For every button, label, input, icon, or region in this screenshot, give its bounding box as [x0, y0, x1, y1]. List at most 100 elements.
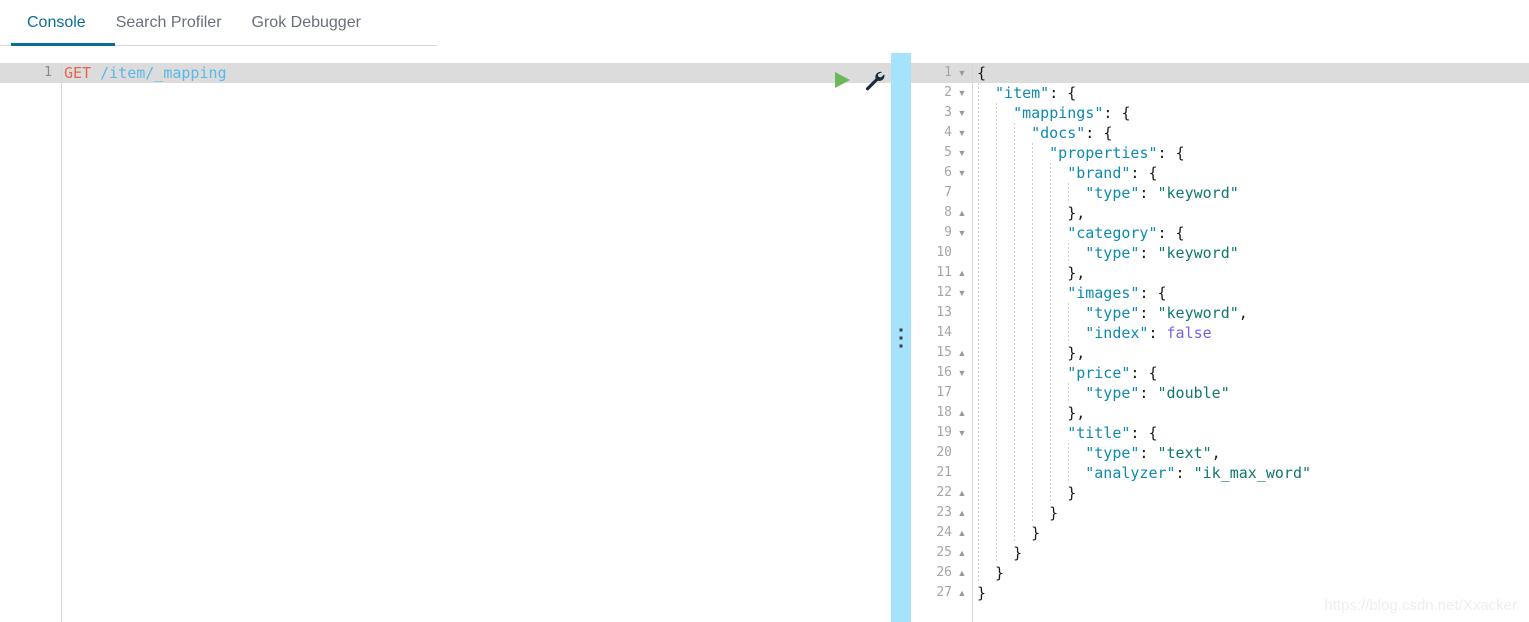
response-line: 22 ▲}	[911, 483, 1529, 503]
json-str-token: "keyword"	[1157, 184, 1239, 202]
fold-expand-icon[interactable]: ▲	[956, 343, 968, 363]
response-line: 24 ▲}	[911, 523, 1529, 543]
json-punc-token: }	[1049, 504, 1059, 522]
json-key-token: "mappings"	[1013, 104, 1104, 122]
play-icon[interactable]	[830, 68, 854, 92]
fold-collapse-icon[interactable]: ▼	[956, 163, 968, 183]
fold-collapse-icon[interactable]: ▼	[956, 423, 968, 443]
json-bool-token: false	[1166, 324, 1212, 342]
json-key-token: "docs"	[1031, 124, 1086, 142]
response-line-code: "type": "text",	[1085, 443, 1220, 463]
json-punc-token: :	[1139, 244, 1158, 262]
response-line: 17 "type": "double"	[911, 383, 1529, 403]
json-key-token: "index"	[1085, 324, 1149, 342]
response-line-code: }	[977, 583, 986, 603]
drag-grip-icon	[899, 328, 903, 347]
response-line-code: "index": false	[1085, 323, 1211, 343]
response-line-code: },	[1067, 403, 1085, 423]
fold-collapse-icon[interactable]: ▼	[956, 143, 968, 163]
json-str-token: "double"	[1157, 384, 1230, 402]
json-punc-token: : {	[1157, 144, 1185, 162]
fold-collapse-icon[interactable]: ▼	[956, 83, 968, 103]
json-key-token: "type"	[1085, 184, 1140, 202]
fold-expand-icon[interactable]: ▲	[956, 523, 968, 543]
response-line-number: 13	[936, 305, 952, 320]
json-key-token: "price"	[1067, 364, 1131, 382]
response-line-number: 16	[936, 365, 952, 380]
json-key-token: "analyzer"	[1085, 464, 1176, 482]
response-line-number: 27	[936, 585, 952, 600]
request-editor-pane[interactable]: 1 GET /item/_mapping	[0, 53, 891, 622]
fold-expand-icon[interactable]: ▲	[956, 203, 968, 223]
json-str-token: "text"	[1157, 444, 1212, 462]
response-line-number: 18	[936, 405, 952, 420]
fold-expand-icon[interactable]: ▲	[956, 583, 968, 603]
json-punc-token: :	[1139, 444, 1158, 462]
response-line-number: 26	[936, 565, 952, 580]
editor-request-line[interactable]: GET /item/_mapping	[64, 63, 227, 83]
response-line: 5 ▼ "properties": {	[911, 143, 1529, 163]
response-line-number: 1	[944, 65, 952, 80]
json-punc-token: :	[1139, 304, 1158, 322]
response-line-code: "title": {	[1067, 423, 1157, 443]
pane-splitter[interactable]	[891, 53, 911, 622]
tab-console[interactable]: Console	[12, 0, 101, 46]
response-line-code: "brand": {	[1067, 163, 1157, 183]
fold-expand-icon[interactable]: ▲	[956, 263, 968, 283]
response-line: 15 ▲},	[911, 343, 1529, 363]
json-key-token: "type"	[1085, 444, 1140, 462]
response-line: 21 "analyzer": "ik_max_word"	[911, 463, 1529, 483]
wrench-icon[interactable]	[862, 68, 886, 92]
json-punc-token: }	[1067, 484, 1077, 502]
json-punc-token: : {	[1049, 84, 1077, 102]
response-line-code: },	[1067, 263, 1085, 283]
fold-expand-icon[interactable]: ▲	[956, 543, 968, 563]
top-tab-bar: Console Search Profiler Grok Debugger	[0, 0, 1529, 48]
fold-collapse-icon[interactable]: ▼	[956, 123, 968, 143]
http-method-token: GET	[64, 64, 92, 82]
json-punc-token: : {	[1130, 364, 1158, 382]
response-line-number: 12	[936, 285, 952, 300]
request-path-token: /item/_mapping	[100, 64, 227, 82]
fold-collapse-icon[interactable]: ▼	[956, 103, 968, 123]
response-line-code: "type": "keyword",	[1085, 303, 1248, 323]
response-line-code: },	[1067, 343, 1085, 363]
fold-collapse-icon[interactable]: ▼	[956, 223, 968, 243]
response-line-number: 25	[936, 545, 952, 560]
json-str-token: "keyword"	[1157, 244, 1239, 262]
fold-expand-icon[interactable]: ▲	[956, 563, 968, 583]
response-line: 18 ▲},	[911, 403, 1529, 423]
response-line: 20 "type": "text",	[911, 443, 1529, 463]
fold-expand-icon[interactable]: ▲	[956, 483, 968, 503]
response-line-number: 15	[936, 345, 952, 360]
response-line: 13 "type": "keyword",	[911, 303, 1529, 323]
json-punc-token: : {	[1085, 124, 1113, 142]
response-line-number: 23	[936, 505, 952, 520]
response-line: 25 ▲}	[911, 543, 1529, 563]
json-punc-token: : {	[1157, 224, 1185, 242]
tab-grok-debugger[interactable]: Grok Debugger	[237, 0, 376, 46]
response-line: 19 ▼ "title": {	[911, 423, 1529, 443]
response-viewer-pane[interactable]: 1 ▼{2 ▼ "item": {3 ▼ "mappings": {4 ▼ "docs": {…	[911, 53, 1529, 622]
fold-collapse-icon[interactable]: ▼	[956, 63, 968, 83]
fold-expand-icon[interactable]: ▲	[956, 503, 968, 523]
response-line-code: }	[995, 563, 1004, 583]
fold-expand-icon[interactable]: ▲	[956, 403, 968, 423]
json-punc-token: :	[1139, 384, 1158, 402]
json-punc-token: :	[1148, 324, 1167, 342]
response-line-code: }	[1013, 543, 1022, 563]
json-str-token: "keyword"	[1157, 304, 1239, 322]
json-key-token: "properties"	[1049, 144, 1158, 162]
json-key-token: "title"	[1067, 424, 1131, 442]
tab-search-profiler[interactable]: Search Profiler	[101, 0, 237, 46]
fold-collapse-icon[interactable]: ▼	[956, 283, 968, 303]
json-punc-token: }	[977, 584, 987, 602]
fold-collapse-icon[interactable]: ▼	[956, 363, 968, 383]
json-punc-token: },	[1067, 344, 1086, 362]
response-line-number: 20	[936, 445, 952, 460]
response-line-code: }	[1067, 483, 1076, 503]
json-punc-token: : {	[1139, 284, 1167, 302]
response-line-code: "item": {	[995, 83, 1076, 103]
tab-list: Console Search Profiler Grok Debugger	[0, 0, 1529, 46]
